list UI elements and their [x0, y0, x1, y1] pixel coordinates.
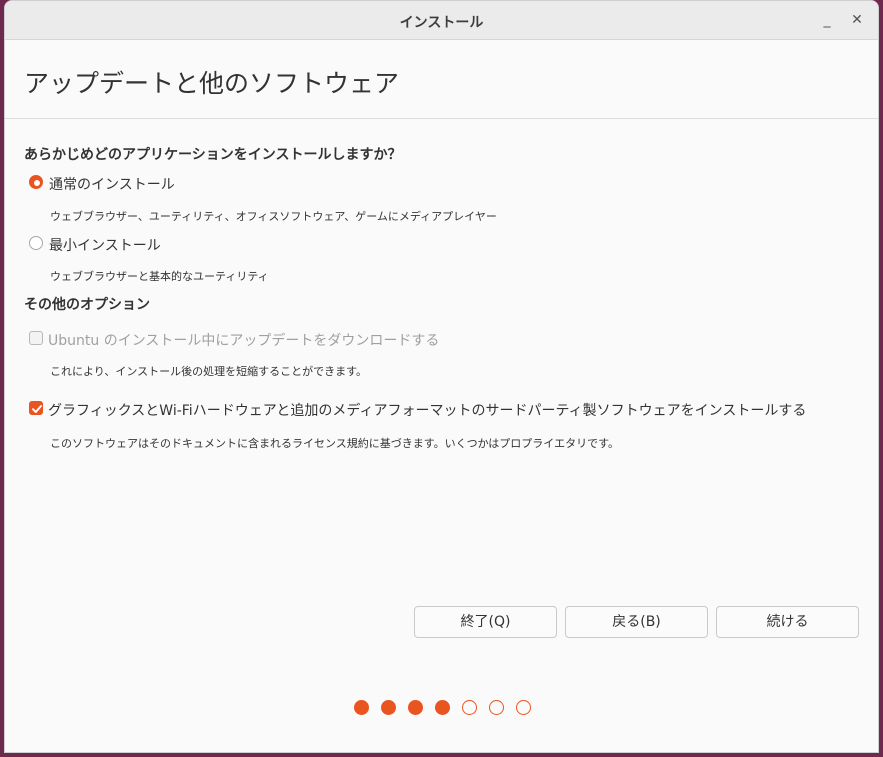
back-button[interactable]: 戻る(B) [565, 606, 708, 638]
download-updates-label[interactable]: Ubuntu のインストール中にアップデートをダウンロードする [48, 330, 439, 350]
progress-dot [408, 700, 423, 715]
window-title: インストール [399, 15, 484, 31]
minimal-install-description: ウェブブラウザーと基本的なユーティリティ [50, 270, 269, 283]
page-header: アップデートと他のソフトウェア [5, 40, 878, 119]
download-updates-checkbox[interactable] [29, 331, 43, 345]
minimal-install-label[interactable]: 最小インストール [49, 235, 161, 255]
normal-install-radio[interactable] [29, 175, 43, 189]
download-updates-description: これにより、インストール後の処理を短縮することができます。 [50, 365, 368, 378]
minimize-button[interactable]: _ [816, 9, 838, 31]
progress-dot [354, 700, 369, 715]
installer-window: インストール _ ✕ アップデートと他のソフトウェア あらかじめどのアプリケーシ… [4, 0, 879, 753]
normal-install-label[interactable]: 通常のインストール [49, 174, 175, 194]
continue-button[interactable]: 続ける [716, 606, 859, 638]
other-options-heading: その他のオプション [24, 297, 150, 313]
page-title: アップデートと他のソフトウェア [24, 69, 400, 98]
close-button[interactable]: ✕ [846, 9, 868, 31]
progress-dot [381, 700, 396, 715]
install-type-question: あらかじめどのアプリケーションをインストールしますか？ [24, 147, 402, 163]
minimal-install-radio[interactable] [29, 236, 43, 250]
quit-button[interactable]: 終了(Q) [414, 606, 557, 638]
checkmark-icon [32, 405, 42, 413]
progress-dot [516, 700, 531, 715]
third-party-software-checkbox[interactable] [29, 401, 43, 415]
progress-dot [462, 700, 477, 715]
progress-dot [435, 700, 450, 715]
progress-indicator [354, 700, 544, 715]
third-party-software-description: このソフトウェアはそのドキュメントに含まれるライセンス規約に基づきます。いくつか… [50, 437, 620, 450]
progress-dot [489, 700, 504, 715]
normal-install-description: ウェブブラウザー、ユーティリティ、オフィスソフトウェア、ゲームにメディアプレイヤ… [50, 210, 497, 223]
third-party-software-label[interactable]: グラフィックスとWi-Fiハードウェアと追加のメディアフォーマットのサードパーテ… [48, 400, 868, 420]
title-bar: インストール _ ✕ [5, 1, 878, 40]
